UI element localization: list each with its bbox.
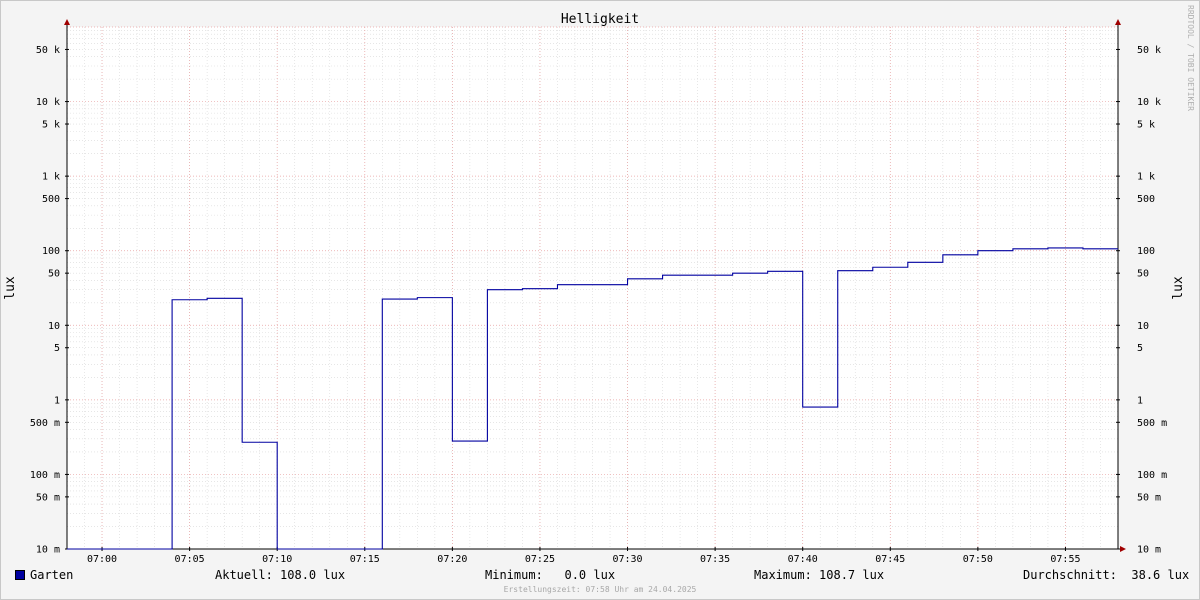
x-tick-label: 07:35 <box>700 554 730 565</box>
y-tick-label: 50 m <box>36 492 60 503</box>
legend-minimum: Minimum: 0.0 lux <box>485 568 616 582</box>
y-tick-label-right: 100 <box>1137 246 1155 257</box>
y-tick-label-right: 1 <box>1137 395 1143 406</box>
y-tick-label: 50 <box>48 269 60 280</box>
x-tick-label: 07:15 <box>350 554 380 565</box>
y-tick-label: 10 m <box>36 545 60 556</box>
y-axis-arrow <box>64 19 70 25</box>
y-axis-label: lux <box>3 276 18 300</box>
y-tick-label: 10 k <box>36 97 60 108</box>
y-tick-label-right: 10 m <box>1137 545 1161 556</box>
y-axis-right-arrow <box>1115 19 1121 25</box>
y-tick-label: 50 k <box>36 45 60 56</box>
x-tick-label: 07:20 <box>437 554 467 565</box>
y-tick-label-right: 50 <box>1137 269 1149 280</box>
y-tick-label: 1 k <box>42 172 60 183</box>
y-tick-label: 1 <box>54 395 60 406</box>
y-tick-label-right: 5 <box>1137 343 1143 354</box>
legend-series-name: Garten <box>30 568 74 582</box>
chart-title: Helligkeit <box>561 12 639 27</box>
x-tick-label: 07:25 <box>525 554 555 565</box>
y-tick-label-right: 1 k <box>1137 172 1155 183</box>
y-tick-label-right: 500 <box>1137 194 1155 205</box>
x-axis-arrow <box>1120 546 1126 552</box>
y-tick-label: 100 <box>42 246 60 257</box>
x-tick-label: 07:00 <box>87 554 117 565</box>
creation-time-footer: Erstellungszeit: 07:58 Uhr am 24.04.2025 <box>504 585 697 594</box>
x-tick-label: 07:40 <box>788 554 818 565</box>
y-tick-label-right: 50 m <box>1137 492 1161 503</box>
y-tick-label: 100 m <box>30 470 60 481</box>
y-tick-label-right: 10 k <box>1137 97 1161 108</box>
y-tick-label: 10 <box>48 321 60 332</box>
x-tick-label: 07:10 <box>262 554 292 565</box>
y-tick-label-right: 500 m <box>1137 418 1167 429</box>
y-tick-label-right: 50 k <box>1137 45 1161 56</box>
legend-current: Aktuell: 108.0 lux <box>215 568 346 582</box>
y-tick-label-right: 10 <box>1137 321 1149 332</box>
y-tick-label: 5 <box>54 343 60 354</box>
y-tick-label-right: 5 k <box>1137 120 1155 131</box>
x-tick-label: 07:30 <box>612 554 642 565</box>
legend-swatch <box>15 570 25 580</box>
x-tick-label: 07:45 <box>875 554 905 565</box>
y-tick-label: 5 k <box>42 120 60 131</box>
x-tick-label: 07:55 <box>1050 554 1080 565</box>
watermark: RRDTOOL / TOBI OETIKER <box>1186 5 1195 111</box>
y-axis-label-right: lux <box>1171 276 1186 300</box>
x-tick-label: 07:05 <box>175 554 205 565</box>
y-tick-label: 500 m <box>30 418 60 429</box>
legend-maximum: Maximum: 108.7 lux <box>754 568 885 582</box>
y-tick-label-right: 100 m <box>1137 470 1167 481</box>
x-tick-label: 07:50 <box>963 554 993 565</box>
brightness-chart: 50 k 50 k10 k 10 k5 k5 k1 k1 k500 500100 100… <box>3 5 1195 594</box>
y-tick-label: 500 <box>42 194 60 205</box>
legend-average: Durchschnitt: 38.6 lux <box>1023 568 1190 582</box>
